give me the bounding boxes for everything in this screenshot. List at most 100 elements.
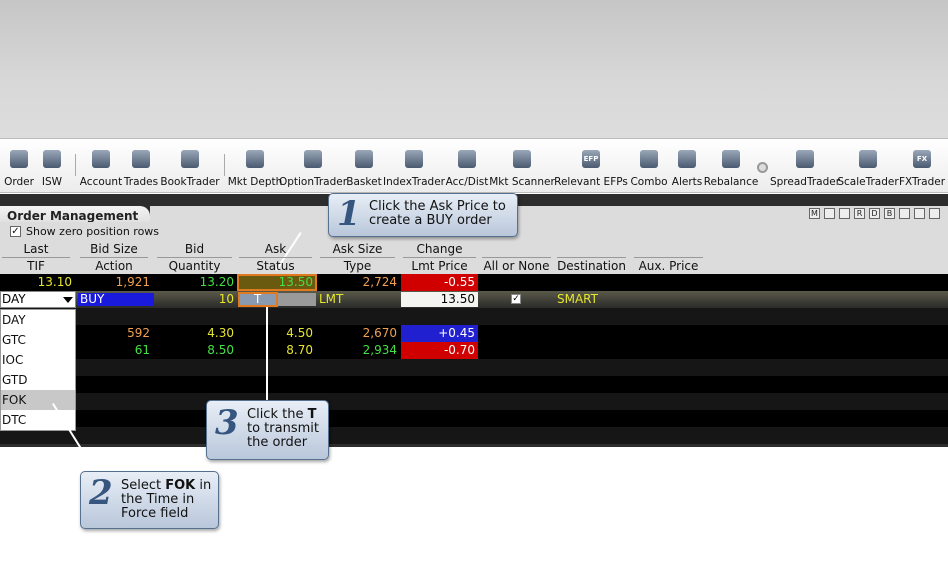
table-row[interactable]: 61 8.50 8.70 2,934 -0.70 (0, 342, 948, 359)
toolbar-button-fxtrader[interactable]: FX FXTrader (899, 139, 945, 194)
bid-size-cell[interactable]: 592 (78, 326, 150, 340)
window-control-icon[interactable] (839, 208, 850, 219)
table-row[interactable] (0, 359, 948, 376)
action-cell[interactable]: BUY (80, 292, 150, 306)
ask-cell[interactable]: 13.50 (237, 275, 313, 289)
transmit-label[interactable]: T (254, 292, 274, 306)
toolbar-button-booktrader[interactable]: BookTrader (160, 139, 220, 194)
column-header[interactable]: Last (0, 242, 72, 256)
tif-option[interactable]: GTC (1, 330, 75, 350)
bid-cell[interactable]: 13.20 (155, 275, 234, 289)
window-control-icon[interactable]: R (854, 208, 865, 219)
table-row[interactable] (0, 376, 948, 393)
tif-dropdown[interactable]: DAY (0, 291, 76, 308)
column-header[interactable]: Status (237, 259, 314, 273)
order-row[interactable]: BUY 10 T LMT 13.50 ✓ SMART (0, 291, 948, 308)
destination-cell[interactable]: SMART (557, 292, 627, 306)
table-row[interactable]: 13.10 1,921 13.20 13.50 2,724 -0.55 (0, 274, 948, 291)
type-cell[interactable]: LMT (319, 292, 379, 306)
column-header[interactable]: Ask (237, 242, 314, 256)
toolbar-button-spreadtrader[interactable]: SpreadTrader (770, 139, 840, 194)
column-header[interactable]: Ask Size (318, 242, 397, 256)
window-control-icon[interactable] (824, 208, 835, 219)
callout-text: Select FOK in the Time in Force field (121, 479, 211, 521)
callout-step-3: 3 Click the T to transmit the order (206, 400, 329, 460)
toolbar-button-trades[interactable]: Trades (121, 139, 161, 194)
toolbar-button-combo[interactable]: Combo (629, 139, 669, 194)
ask-size-cell[interactable]: 2,670 (318, 326, 397, 340)
show-zero-rows-toggle[interactable]: ✓ Show zero position rows (10, 225, 159, 238)
panel-window-icons: M RDB (805, 208, 940, 219)
toolbar-button-relevant-efps[interactable]: EFP Relevant EFPs (554, 139, 628, 194)
header-divider (557, 257, 626, 258)
efp-icon: EFP (580, 148, 602, 170)
fxtrader-icon: FX (911, 148, 933, 170)
toolbar-button-account[interactable]: Account (80, 139, 122, 194)
toolbar-button-mkt-depth[interactable]: Mkt Depth (228, 139, 282, 194)
bid-size-cell[interactable]: 61 (78, 343, 150, 357)
window-control-icon[interactable] (929, 208, 940, 219)
lmt-price-cell[interactable]: 13.50 (401, 292, 475, 306)
toolbar-label: Relevant EFPs (554, 176, 628, 188)
tif-option[interactable]: FOK (1, 390, 75, 410)
table-row[interactable] (0, 427, 948, 444)
tif-options-list: DAY GTC IOC GTD FOK DTC (0, 309, 76, 431)
ask-size-cell[interactable]: 2,724 (318, 275, 397, 289)
callout-bold-text: T (307, 407, 317, 422)
all-or-none-checkbox[interactable]: ✓ (511, 294, 521, 304)
checkbox-icon[interactable]: ✓ (10, 226, 21, 237)
tif-option[interactable]: DAY (1, 310, 75, 330)
column-header[interactable]: Aux. Price (632, 259, 705, 273)
column-header[interactable]: All or None (480, 259, 553, 273)
toolbar-label: Basket (346, 176, 382, 188)
window-control-icon[interactable]: D (869, 208, 880, 219)
column-header[interactable]: TIF (0, 259, 72, 273)
tif-option[interactable]: GTD (1, 370, 75, 390)
bid-size-cell[interactable]: 1,921 (78, 275, 150, 289)
column-header[interactable]: Destination (555, 259, 628, 273)
toolbar-label: Combo (630, 176, 668, 188)
rebalance-icon (720, 148, 742, 170)
table-row[interactable] (0, 308, 948, 325)
toolbar-button-basket[interactable]: Basket (344, 139, 384, 194)
quantity-cell[interactable]: 10 (155, 292, 234, 306)
tif-option[interactable]: IOC (1, 350, 75, 370)
window-control-icon[interactable] (914, 208, 925, 219)
column-header[interactable]: Action (78, 259, 150, 273)
header-divider (403, 257, 476, 258)
column-header[interactable]: Bid Size (78, 242, 150, 256)
window-control-icon[interactable] (899, 208, 910, 219)
callout-line: Force field (121, 506, 189, 521)
bid-cell[interactable]: 8.50 (155, 343, 234, 357)
toolbar-button-scaletrader[interactable]: ScaleTrader (837, 139, 899, 194)
column-header[interactable]: Type (318, 259, 397, 273)
toolbar-button-acc-dist[interactable]: Acc/Dist (446, 139, 488, 194)
table-row[interactable] (0, 410, 948, 427)
column-header[interactable]: Lmt Price (401, 259, 478, 273)
callout-number: 1 (337, 194, 361, 234)
bid-cell[interactable]: 4.30 (155, 326, 234, 340)
trades-icon (130, 148, 152, 170)
toolbar-button-mkt-scanner[interactable]: Mkt Scanner (489, 139, 555, 194)
window-control-icon[interactable]: M (809, 208, 820, 219)
column-header[interactable]: Bid (155, 242, 234, 256)
window-control-icon[interactable]: B (884, 208, 895, 219)
settings-dot-icon[interactable] (757, 162, 768, 173)
ask-cell[interactable]: 4.50 (237, 326, 313, 340)
table-row[interactable] (0, 393, 948, 410)
toolbar-button-indextrader[interactable]: IndexTrader (383, 139, 445, 194)
toolbar-label: ISW (41, 176, 63, 188)
table-row[interactable]: 592 4.30 4.50 2,670 +0.45 (0, 325, 948, 342)
column-header[interactable]: Quantity (155, 259, 234, 273)
toolbar-button-optiontrader[interactable]: OptionTrader (279, 139, 347, 194)
callout-text: Click the T to transmit the order (247, 408, 319, 450)
chevron-down-icon[interactable] (63, 297, 73, 303)
header-divider (239, 257, 312, 258)
ask-size-cell[interactable]: 2,934 (318, 343, 397, 357)
ask-cell[interactable]: 8.70 (237, 343, 313, 357)
toolbar-button-rebalance[interactable]: Rebalance (704, 139, 758, 194)
toolbar-button-isw[interactable]: ISW (32, 139, 72, 194)
callout-line: Select FOK in (121, 479, 211, 493)
column-header[interactable]: Change (401, 242, 478, 256)
toolbar-button-alerts[interactable]: Alerts (667, 139, 707, 194)
